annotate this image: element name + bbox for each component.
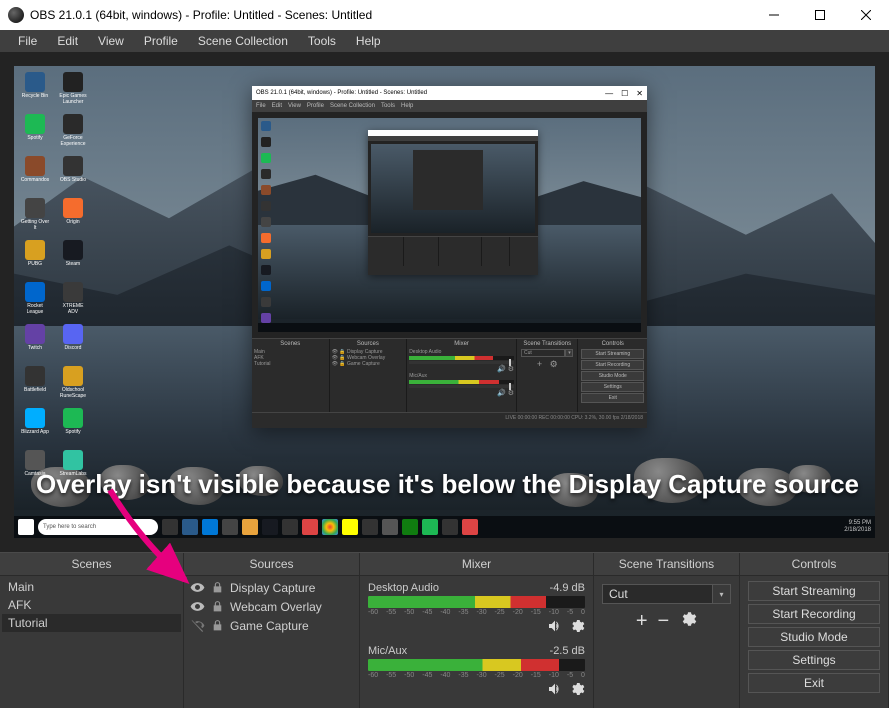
taskbar-date: 2/18/2018 xyxy=(844,527,871,534)
desktop-shortcut: Spotify xyxy=(58,408,88,444)
windows-taskbar: Type here to search 9:55 PM 2/18/2018 xyxy=(14,516,875,538)
transitions-panel-title: Scene Transitions xyxy=(594,553,739,576)
desktop-shortcut: Commandos xyxy=(20,156,50,192)
window-titlebar: OBS 21.0.1 (64bit, windows) - Profile: U… xyxy=(0,0,889,30)
minimize-button[interactable] xyxy=(751,0,797,30)
nested-window-title: OBS 21.0.1 (64bit, windows) - Profile: U… xyxy=(256,90,427,96)
speaker-icon[interactable] xyxy=(547,681,563,700)
desktop-shortcut: Steam xyxy=(58,240,88,276)
source-item[interactable]: Display Capture xyxy=(186,578,357,597)
transition-add-button[interactable]: + xyxy=(636,610,648,634)
start-button-icon xyxy=(18,519,34,535)
maximize-button[interactable] xyxy=(797,0,843,30)
visibility-toggle-icon[interactable] xyxy=(190,599,205,614)
menu-scene-collection[interactable]: Scene Collection xyxy=(188,34,298,48)
nested-status-bar: LIVE 00:00:00 REC 00:00:00 CPU: 3.2%, 30… xyxy=(252,412,647,426)
settings-button[interactable]: Settings xyxy=(748,650,880,670)
mixer-track-db: -2.5 dB xyxy=(550,645,585,657)
scene-item[interactable]: Main xyxy=(2,578,181,596)
desktop-shortcut: Discord xyxy=(58,324,88,360)
menu-profile[interactable]: Profile xyxy=(134,34,188,48)
menu-help[interactable]: Help xyxy=(346,34,391,48)
source-label: Game Capture xyxy=(230,619,309,633)
desktop-shortcut: Oldschool RuneScape xyxy=(58,366,88,402)
studio-mode-button[interactable]: Studio Mode xyxy=(748,627,880,647)
desktop-shortcut: Getting Over It xyxy=(20,198,50,234)
controls-panel-title: Controls xyxy=(740,553,888,576)
start-streaming-button[interactable]: Start Streaming xyxy=(748,581,880,601)
source-item[interactable]: Webcam Overlay xyxy=(186,597,357,616)
sources-panel-title: Sources xyxy=(184,553,359,576)
transitions-panel: Scene Transitions Cut ▾ + − xyxy=(594,553,740,708)
desktop-shortcut: Twitch xyxy=(20,324,50,360)
source-label: Webcam Overlay xyxy=(230,600,322,614)
vu-meter xyxy=(368,596,585,608)
menu-tools[interactable]: Tools xyxy=(298,34,346,48)
obs-app-icon xyxy=(8,7,24,23)
desktop-shortcut: Recycle Bin xyxy=(20,72,50,108)
taskbar-search: Type here to search xyxy=(38,519,158,535)
desktop-shortcut: Spotify xyxy=(20,114,50,150)
exit-button[interactable]: Exit xyxy=(748,673,880,693)
desktop-shortcut: XTREME ADV xyxy=(58,282,88,318)
preview-area[interactable]: Recycle Bin Epic Games Launcher Spotify GeF… xyxy=(0,52,889,552)
desktop-shortcut: PUBG xyxy=(20,240,50,276)
desktop-shortcut: Epic Games Launcher xyxy=(58,72,88,108)
mixer-track: Mic/Aux-2.5 dB -60-55-50-45-40-35-30-25-… xyxy=(368,645,585,700)
lock-icon[interactable] xyxy=(210,580,225,595)
speaker-icon[interactable] xyxy=(547,618,563,637)
transition-settings-button[interactable] xyxy=(679,610,697,634)
mixer-track-name: Desktop Audio xyxy=(368,582,439,594)
visibility-toggle-icon[interactable] xyxy=(190,618,205,633)
transition-dropdown-button[interactable]: ▾ xyxy=(713,584,731,604)
mixer-track-name: Mic/Aux xyxy=(368,645,407,657)
source-label: Display Capture xyxy=(230,581,315,595)
gear-icon[interactable] xyxy=(569,681,585,700)
mixer-panel-title: Mixer xyxy=(360,553,593,576)
scene-item[interactable]: AFK xyxy=(2,596,181,614)
close-button[interactable] xyxy=(843,0,889,30)
taskbar-time: 9:55 PM xyxy=(844,520,871,527)
lock-icon[interactable] xyxy=(210,618,225,633)
lock-icon[interactable] xyxy=(210,599,225,614)
mixer-track-db: -4.9 dB xyxy=(550,582,585,594)
menubar: File Edit View Profile Scene Collection … xyxy=(0,30,889,52)
bottom-dock: Scenes MainAFKTutorial Sources Display C… xyxy=(0,552,889,708)
window-title: OBS 21.0.1 (64bit, windows) - Profile: U… xyxy=(30,8,751,22)
start-recording-button[interactable]: Start Recording xyxy=(748,604,880,624)
desktop-shortcut: Battlefield xyxy=(20,366,50,402)
mixer-track: Desktop Audio-4.9 dB -60-55-50-45-40-35-… xyxy=(368,582,585,637)
menu-view[interactable]: View xyxy=(88,34,134,48)
sources-panel: Sources Display Capture Webcam Overlay Gam… xyxy=(184,553,360,708)
desktop-icons-grid: Recycle Bin Epic Games Launcher Spotify GeF… xyxy=(20,72,90,488)
annotation-text: Overlay isn't visible because it's below… xyxy=(36,469,859,500)
preview-canvas: Recycle Bin Epic Games Launcher Spotify GeF… xyxy=(14,66,875,538)
menu-file[interactable]: File xyxy=(8,34,47,48)
desktop-shortcut: OBS Studio xyxy=(58,156,88,192)
scenes-panel-title: Scenes xyxy=(0,553,183,576)
source-item[interactable]: Game Capture xyxy=(186,616,357,635)
visibility-toggle-icon[interactable] xyxy=(190,580,205,595)
desktop-shortcut: Rocket League xyxy=(20,282,50,318)
desktop-shortcut: Blizzard App xyxy=(20,408,50,444)
scene-item[interactable]: Tutorial xyxy=(2,614,181,632)
nested-obs-window: OBS 21.0.1 (64bit, windows) - Profile: U… xyxy=(252,86,647,428)
vu-meter xyxy=(368,659,585,671)
controls-panel: Controls Start Streaming Start Recording S… xyxy=(740,553,889,708)
scenes-panel: Scenes MainAFKTutorial xyxy=(0,553,184,708)
transition-remove-button[interactable]: − xyxy=(658,610,670,634)
desktop-shortcut: GeForce Experience xyxy=(58,114,88,150)
gear-icon[interactable] xyxy=(569,618,585,637)
transition-select[interactable]: Cut xyxy=(602,584,713,604)
desktop-shortcut: Origin xyxy=(58,198,88,234)
menu-edit[interactable]: Edit xyxy=(47,34,88,48)
mixer-panel: Mixer Desktop Audio-4.9 dB -60-55-50-45-… xyxy=(360,553,594,708)
